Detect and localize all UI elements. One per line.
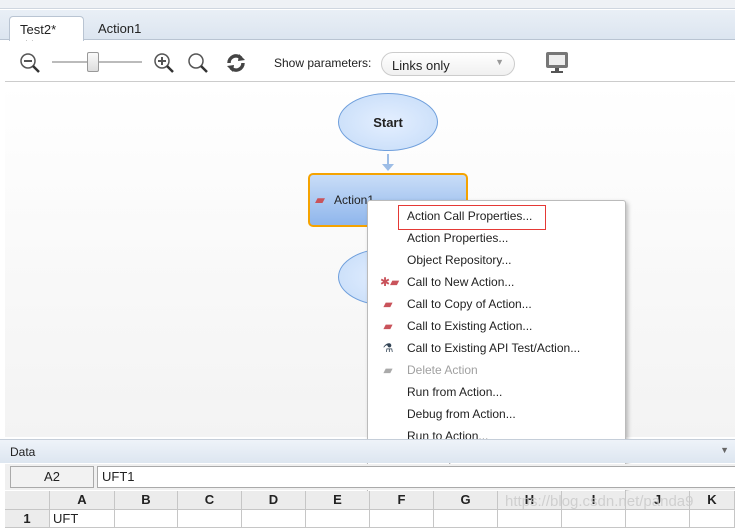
formula-bar: A2 UFT1 xyxy=(5,464,735,490)
grid-cell[interactable] xyxy=(115,510,178,528)
formula-input[interactable]: UFT1 xyxy=(97,466,735,488)
menu-item-object-repository[interactable]: Object Repository... xyxy=(368,249,625,271)
data-panel-header: Data ▼ xyxy=(0,439,735,463)
copy-action-icon: ▰ xyxy=(383,297,393,311)
main-toolbar-partial xyxy=(0,0,735,9)
menu-item-label: Call to Copy of Action... xyxy=(407,297,532,311)
column-header[interactable]: G xyxy=(434,491,498,510)
grid-cell[interactable] xyxy=(498,510,562,528)
menu-item-label: Action Properties... xyxy=(407,231,509,245)
grid-cell[interactable] xyxy=(306,510,370,528)
watermark: https://blog.csdn.net/panda9 xyxy=(505,493,694,510)
menu-item-label: Action Call Properties... xyxy=(407,209,533,223)
tab-test2[interactable]: Test2* ✕ xyxy=(9,16,84,52)
menu-item-action-call-properties[interactable]: Action Call Properties... xyxy=(368,205,625,227)
menu-item-label: Run from Action... xyxy=(407,385,503,399)
menu-item-action-properties[interactable]: Action Properties... xyxy=(368,227,625,249)
grid-cell[interactable] xyxy=(370,510,434,528)
data-panel-title: Data xyxy=(10,445,36,459)
column-header[interactable]: K xyxy=(690,491,735,510)
start-node[interactable]: Start xyxy=(338,93,438,151)
new-action-icon: ✱▰ xyxy=(380,275,400,289)
menu-item-delete-action[interactable]: ▰ Delete Action xyxy=(368,359,625,381)
grid-cell[interactable] xyxy=(626,510,690,528)
grid-cell[interactable] xyxy=(690,510,735,528)
menu-item-label: Call to Existing Action... xyxy=(407,319,533,333)
monitor-icon[interactable] xyxy=(544,51,570,75)
canvas-toolbar: Show parameters: Links only ▼ xyxy=(5,41,735,82)
column-header[interactable]: F xyxy=(370,491,434,510)
tab-bar: Test2* ✕ Action1 xyxy=(0,10,735,52)
column-header[interactable]: A xyxy=(50,491,115,510)
grid-cell[interactable] xyxy=(178,510,242,528)
menu-item-run-from-action[interactable]: Run from Action... xyxy=(368,381,625,403)
action-brick-icon: ▰ xyxy=(315,192,325,207)
tab-label: Action1 xyxy=(98,21,142,36)
column-header[interactable]: D xyxy=(242,491,306,510)
zoom-slider-thumb[interactable] xyxy=(86,52,99,72)
menu-item-label: Call to New Action... xyxy=(407,275,515,289)
menu-item-label: Debug from Action... xyxy=(407,407,516,421)
zoom-fit-icon[interactable] xyxy=(187,52,209,74)
grid-cell[interactable] xyxy=(434,510,498,528)
menu-item-debug-from-action[interactable]: Debug from Action... xyxy=(368,403,625,425)
chevron-down-icon[interactable]: ▼ xyxy=(720,445,729,455)
column-header[interactable]: E xyxy=(306,491,370,510)
menu-item-call-to-copy-of-action[interactable]: ▰ Call to Copy of Action... xyxy=(368,293,625,315)
menu-item-label: Delete Action xyxy=(407,363,478,377)
menu-item-label: Object Repository... xyxy=(407,253,512,267)
grid-corner xyxy=(5,491,50,510)
delete-action-icon: ▰ xyxy=(383,363,393,377)
grid-cell[interactable]: UFT xyxy=(50,510,115,528)
zoom-in-icon[interactable] xyxy=(153,52,175,74)
show-parameters-dropdown[interactable]: Links only ▼ xyxy=(381,52,515,76)
column-header[interactable]: B xyxy=(115,491,178,510)
existing-action-icon: ▰ xyxy=(383,319,393,333)
zoom-out-icon[interactable] xyxy=(19,52,41,74)
flask-icon: ⚗ xyxy=(382,341,394,355)
connector-arrow xyxy=(382,164,394,171)
start-label: Start xyxy=(373,114,403,130)
menu-item-call-to-new-action[interactable]: ✱▰ Call to New Action... xyxy=(368,271,625,293)
menu-item-call-to-existing-action[interactable]: ▰ Call to Existing Action... xyxy=(368,315,625,337)
menu-item-call-to-existing-api-test-action[interactable]: ⚗ Call to Existing API Test/Action... xyxy=(368,337,625,359)
cell-reference[interactable]: A2 xyxy=(10,466,94,488)
grid-cell[interactable] xyxy=(242,510,306,528)
dropdown-value: Links only xyxy=(392,58,450,73)
refresh-icon[interactable] xyxy=(225,52,247,74)
menu-item-label: Call to Existing API Test/Action... xyxy=(407,341,581,355)
column-header[interactable]: C xyxy=(178,491,242,510)
tab-label: Test2* xyxy=(20,22,57,37)
show-parameters-label: Show parameters: xyxy=(274,56,372,70)
row-header[interactable]: 1 xyxy=(5,510,50,528)
chevron-down-icon: ▼ xyxy=(495,57,504,67)
tab-action1[interactable]: Action1 xyxy=(88,16,151,41)
grid-cell[interactable] xyxy=(562,510,626,528)
